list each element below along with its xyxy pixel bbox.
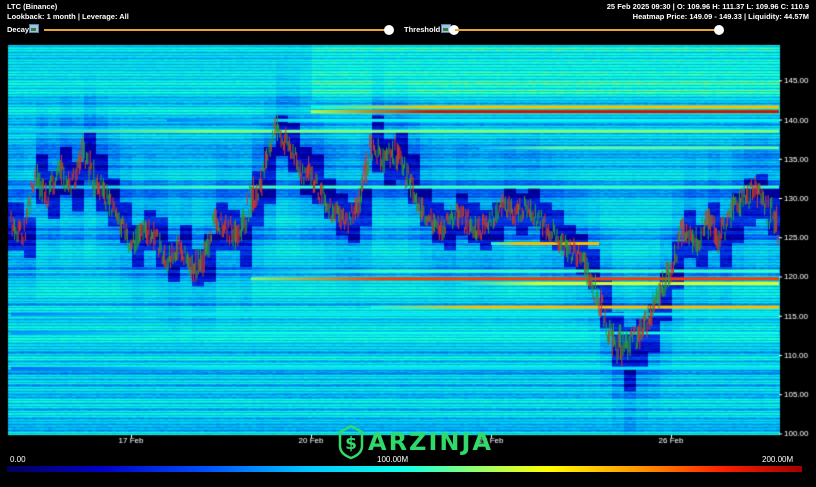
brand-watermark: $ ARZINJA (338, 423, 493, 461)
chart-info-left: LTC (Binance) Lookback: 1 month | Levera… (7, 2, 129, 22)
brand-name: ARZINJA (368, 428, 493, 456)
decay-label: Decay (7, 25, 30, 34)
ohlc-readout: 25 Feb 2025 09:30 | O: 109.96 H: 111.37 … (606, 2, 809, 11)
settings-label: Lookback: 1 month | Leverage: All (7, 12, 129, 21)
colorbar-max-label: 200.00M (762, 455, 794, 464)
decay-control: Decay (0, 23, 400, 37)
image-icon[interactable] (29, 24, 39, 33)
dollar-s-icon: $ (338, 424, 364, 460)
colorbar-mid-label: 100.00M (377, 455, 409, 464)
colorbar-min-label: 0.00 (10, 455, 26, 464)
threshold-label: Threshold (404, 25, 441, 34)
colorbar (7, 466, 802, 472)
threshold-slider-track[interactable] (455, 29, 722, 31)
symbol-label: LTC (Binance) (7, 2, 58, 11)
threshold-control: Threshold (400, 23, 816, 37)
svg-text:$: $ (345, 434, 357, 454)
decay-slider-thumb[interactable] (384, 25, 394, 35)
decay-slider-track[interactable] (44, 29, 391, 31)
chart-info-right: 25 Feb 2025 09:30 | O: 109.96 H: 111.37 … (607, 2, 809, 22)
heatmap-readout: Heatmap Price: 149.09 - 149.33 | Liquidi… (632, 12, 809, 21)
liquidation-heatmap (0, 0, 816, 487)
threshold-slider-max-thumb[interactable] (714, 25, 724, 35)
